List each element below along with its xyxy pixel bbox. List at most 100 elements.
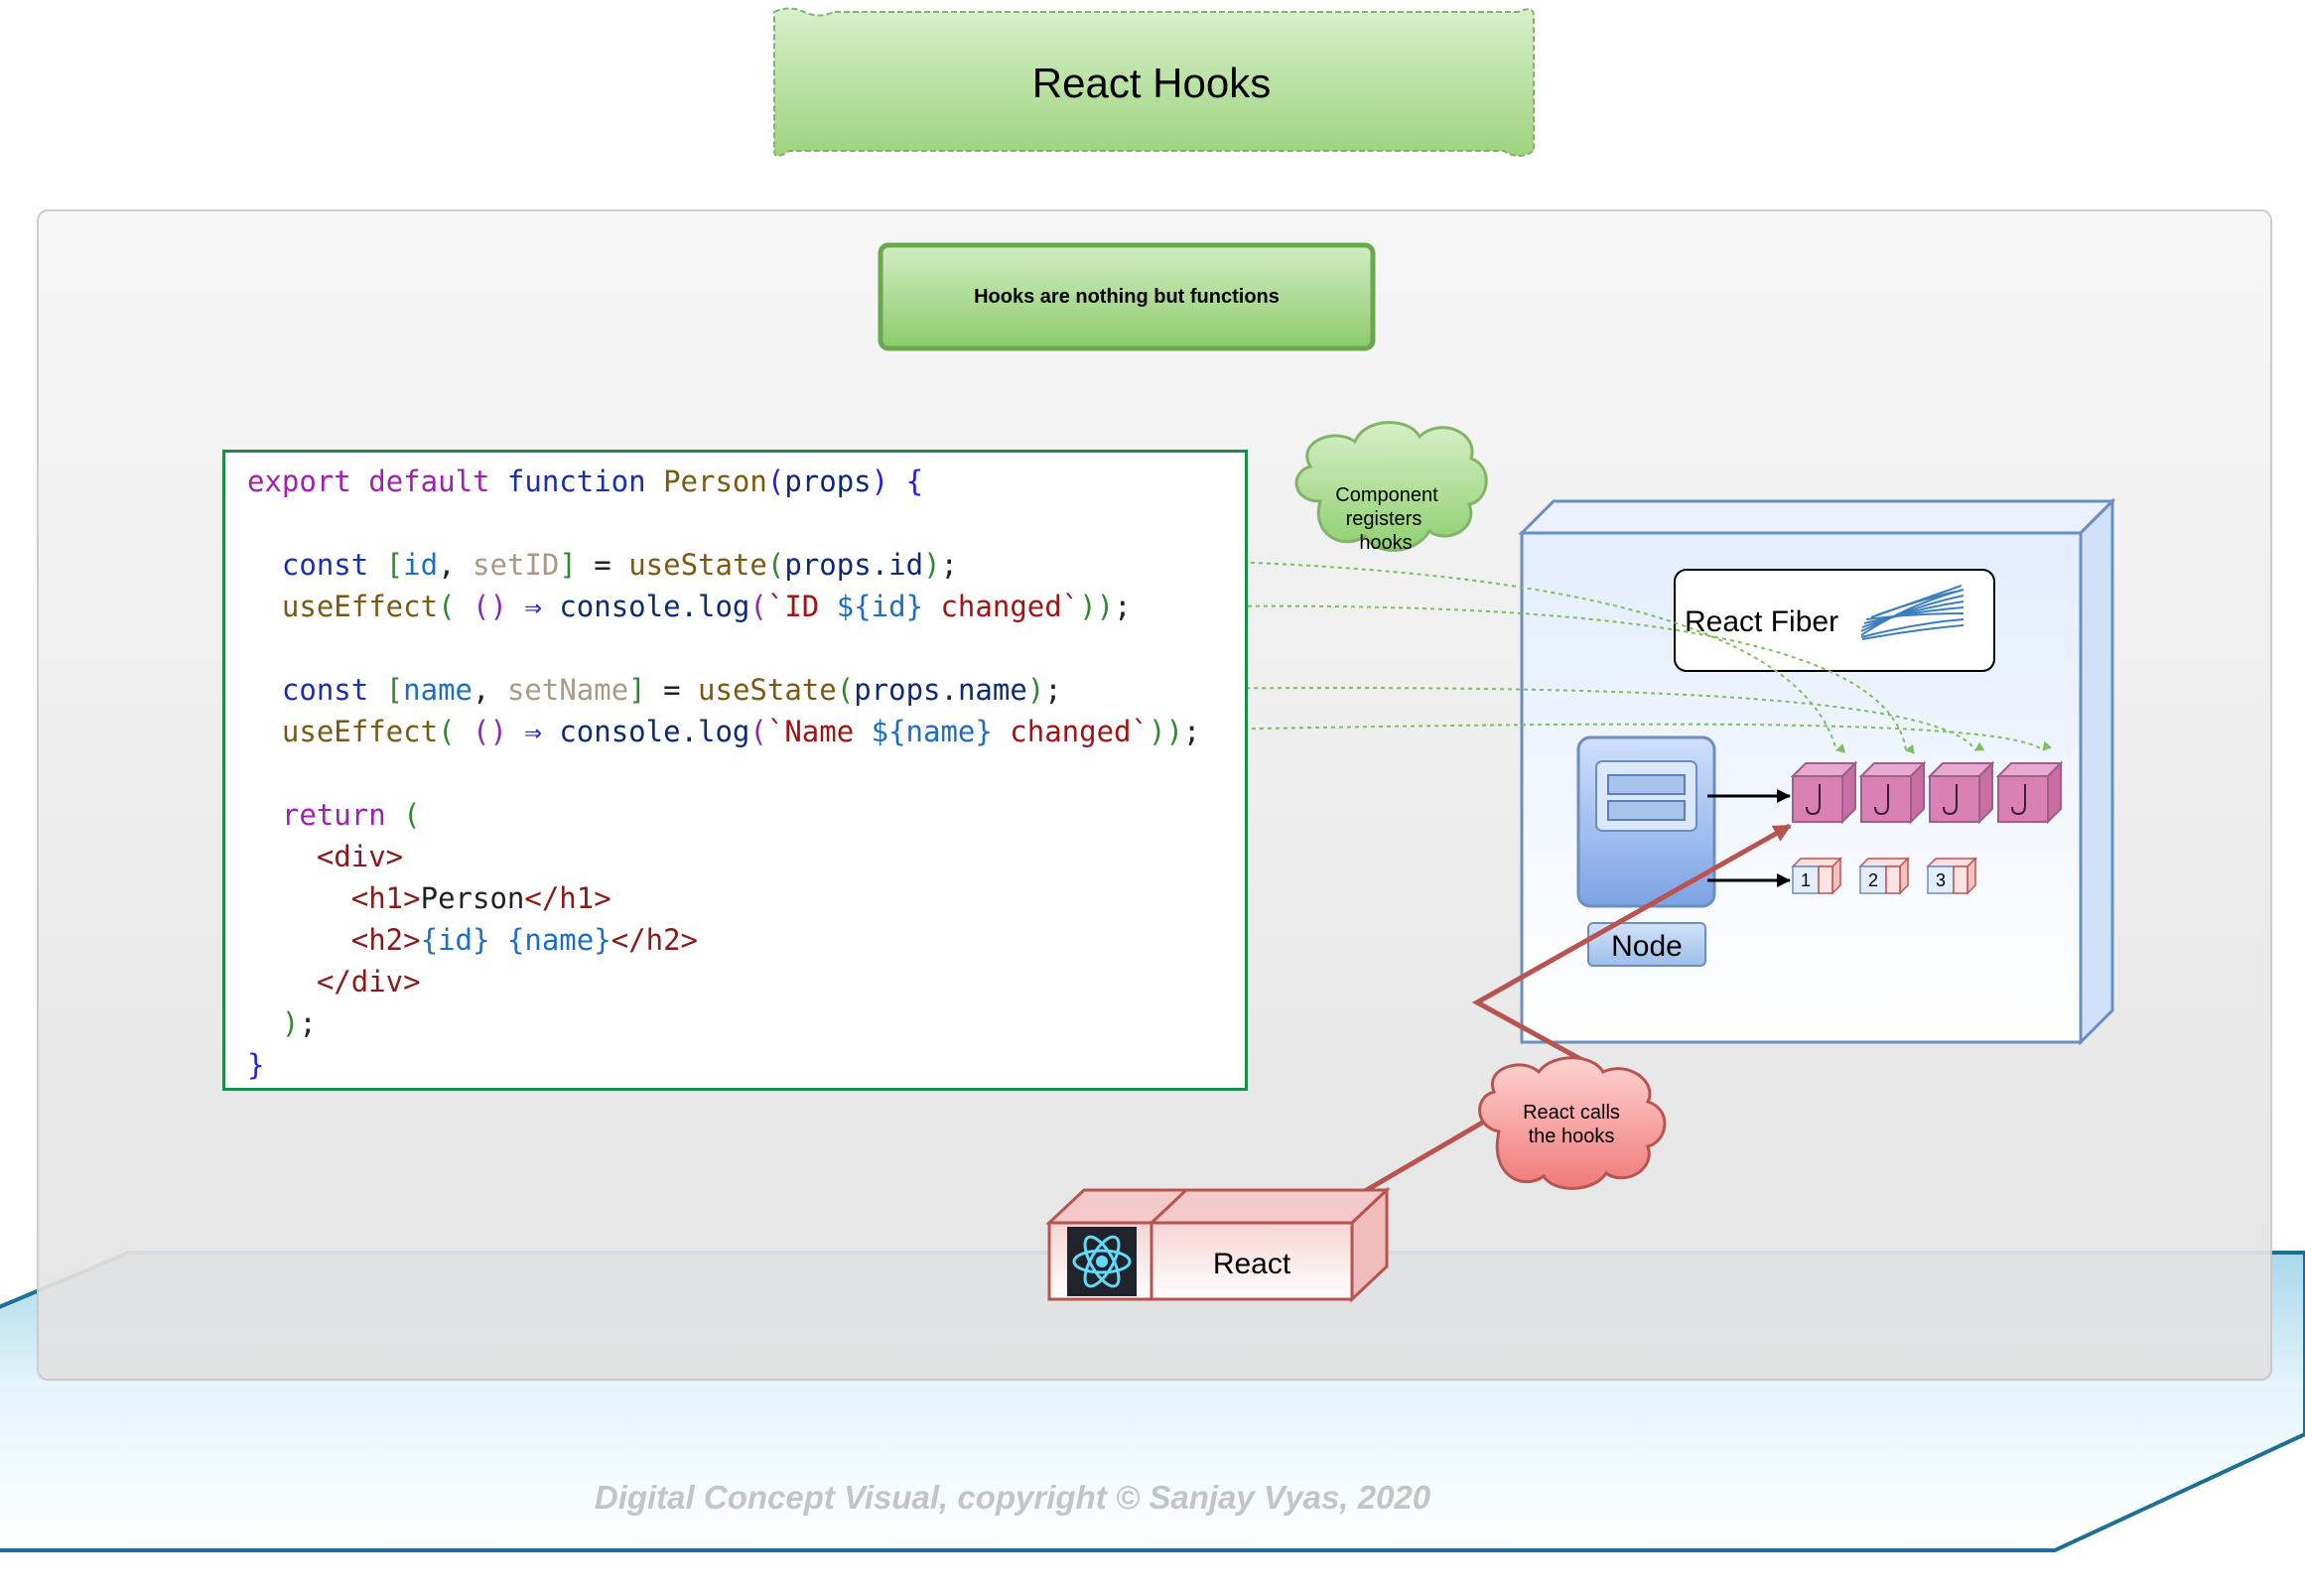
state-cell-number: 3 (1936, 870, 1946, 890)
code-line-6: return ( (247, 798, 421, 832)
paren-close: )) (1148, 715, 1183, 748)
code-line-1: export default function Person(props) { (247, 465, 923, 498)
jsx-h2-open: <h2> (350, 923, 421, 957)
brace-close: } (247, 1048, 265, 1082)
console-log: console.log (559, 590, 750, 623)
react-atom-icon (1067, 1227, 1137, 1296)
jsx-h1-open: <h1> (350, 881, 421, 915)
arrow-params: () (473, 715, 507, 748)
string-part: changed` (923, 590, 1080, 623)
string-part: changed` (992, 715, 1149, 748)
kw-default: default (368, 465, 490, 498)
jsx-h1-text: Person (420, 881, 525, 915)
paren-open: ( (749, 715, 767, 748)
footer-copyright: Digital Concept Visual, copyright © Sanj… (595, 1479, 1431, 1516)
code-line-2: const [id, setID] = useState(props.id); (247, 548, 958, 582)
jsx-h2-close: </h2> (610, 923, 698, 957)
fn-usestate: useState (698, 673, 837, 707)
react-cloud-line1: React calls (1523, 1102, 1620, 1124)
paren-open: ( (766, 548, 785, 582)
kw-return: return (281, 798, 386, 832)
kw-const: const (281, 673, 369, 707)
jsx-expr-name: {name} (506, 923, 611, 957)
paren-close: ) (871, 465, 889, 498)
paren-open: ( (766, 465, 785, 498)
semicolon: ; (299, 1006, 317, 1040)
component-cloud-line3: hooks (1359, 532, 1412, 554)
code-line-8: <h1>Person</h1> (247, 881, 611, 915)
paren-close: ) (281, 1006, 300, 1040)
code-line-10: </div> (247, 965, 421, 998)
kw-function: function (506, 465, 646, 498)
paren-open: ( (836, 673, 855, 707)
fn-person: Person (663, 465, 767, 498)
var-id: id (403, 548, 439, 582)
state-cell-number: 1 (1801, 870, 1811, 890)
semicolon: ; (940, 548, 958, 582)
jsx-expr-id: {id} (420, 923, 490, 957)
state-cell: 3 (1926, 857, 1977, 895)
arg-props-id: props.id (784, 548, 924, 582)
react-label: React (1213, 1248, 1291, 1280)
code-line-12: } (247, 1048, 264, 1082)
string-part: `Name (766, 715, 872, 748)
hook-block (1927, 760, 1995, 825)
semicolon: ; (1182, 715, 1201, 748)
hook-block (1790, 760, 1858, 825)
arrow-operator: ⇒ (524, 590, 542, 623)
jsx-h1-close: </h1> (524, 881, 611, 915)
component-cloud-line1: Component (1335, 484, 1438, 506)
comma: , (473, 673, 490, 707)
state-cell-number: 2 (1868, 870, 1878, 890)
equals: = (594, 548, 611, 582)
paren-open: ( (438, 715, 456, 748)
var-name: name (403, 673, 474, 707)
state-cells: 1 2 3 (1791, 857, 1977, 895)
bracket-open: [ (385, 548, 404, 582)
fn-usestate: useState (628, 548, 767, 582)
subtitle-box: Hooks are nothing but functions (878, 242, 1376, 351)
fn-useeffect: useEffect (281, 590, 439, 623)
react-calls-cloud: React calls the hooks (1478, 1056, 1667, 1190)
paren-close: ) (923, 548, 941, 582)
paren-open: ( (403, 798, 421, 832)
code-line-9: <h2>{id} {name}</h2> (247, 923, 698, 957)
paren-close: ) (1026, 673, 1045, 707)
hook-block (1995, 760, 2064, 825)
var-setid: setID (473, 548, 560, 582)
kw-export: export (247, 465, 351, 498)
bracket-close: ] (559, 548, 577, 582)
bracket-open: [ (385, 673, 404, 707)
kw-const: const (281, 548, 369, 582)
console-log: console.log (559, 715, 750, 748)
semicolon: ; (1114, 590, 1132, 623)
jsx-div-open: <div> (316, 840, 404, 873)
fn-useeffect: useEffect (281, 715, 439, 748)
code-line-5: useEffect( () ⇒ console.log(`Name ${name… (247, 715, 1200, 748)
node-label: Node (1611, 930, 1683, 963)
react-cloud-line2: the hooks (1529, 1126, 1615, 1147)
react-block: React (1045, 1186, 1391, 1303)
state-cell: 1 (1791, 857, 1842, 895)
comma: , (438, 548, 456, 582)
code-line-4: const [name, setName] = useState(props.n… (247, 673, 1062, 707)
bracket-close: ] (628, 673, 646, 707)
string-part: `ID (766, 590, 837, 623)
code-line-3: useEffect( () ⇒ console.log(`ID ${id} ch… (247, 590, 1132, 623)
code-line-7: <div> (247, 840, 403, 873)
code-panel: export default function Person(props) { … (222, 450, 1248, 1091)
arrow-operator: ⇒ (524, 715, 542, 748)
state-cell: 2 (1858, 857, 1910, 895)
template-var: ${name} (871, 715, 993, 748)
page-title: React Hooks (1032, 60, 1271, 106)
paren-open: ( (749, 590, 767, 623)
fiber-label: React Fiber (1685, 605, 1838, 638)
arg-props-name: props.name (854, 673, 1027, 707)
component-cloud-line2: registers (1346, 508, 1423, 530)
code-line-11: ); (247, 1006, 317, 1040)
var-setname: setName (506, 673, 629, 707)
arg-props: props (784, 465, 872, 498)
brace-open: { (905, 465, 924, 498)
paren-close: )) (1079, 590, 1115, 623)
title-banner: React Hooks (773, 7, 1535, 157)
